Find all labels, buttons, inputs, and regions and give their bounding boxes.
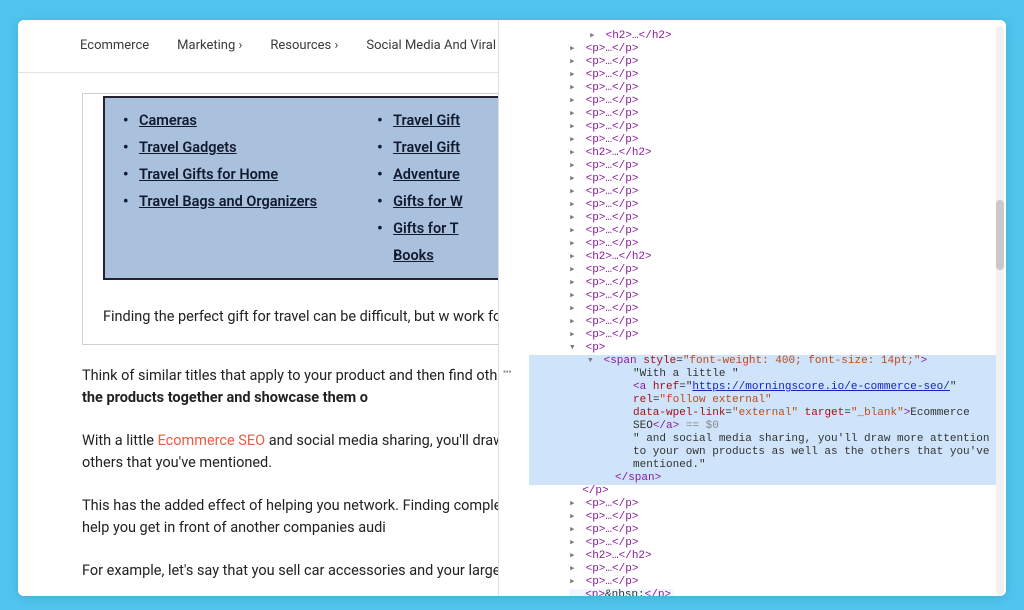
dom-node[interactable]: ▸ <p>…</p> [569, 43, 998, 56]
figure-caption: Finding the perfect gift for travel can … [103, 306, 498, 328]
dom-node[interactable]: ▸ <p>…</p> [569, 186, 998, 199]
list-link[interactable]: Travel Bags and Organizers [123, 193, 317, 210]
nav-ecommerce[interactable]: Ecommerce [80, 38, 149, 53]
list-link[interactable]: Travel Gadgets [123, 139, 317, 156]
nav-marketing[interactable]: Marketing › [177, 38, 242, 53]
nav-social[interactable]: Social Media And Viral B [366, 38, 498, 53]
dom-node[interactable]: <p>&nbsp;</p> [569, 589, 674, 596]
embedded-figure: Cameras Travel Gadgets Travel Gifts for … [82, 93, 498, 345]
list-link[interactable]: Gifts for T [377, 220, 463, 237]
dom-node[interactable]: ▸ <p>…</p> [569, 290, 998, 303]
dom-node[interactable]: ▸ <p>…</p> [569, 69, 998, 82]
dom-node[interactable]: ▸ <p>…</p> [569, 199, 998, 212]
dom-node[interactable]: ▸ <p>…</p> [569, 160, 998, 173]
dom-node[interactable]: ▸ <p>…</p> [569, 238, 998, 251]
article-page: Ecommerce Marketing › Resources › Social… [18, 20, 498, 596]
top-nav: Ecommerce Marketing › Resources › Social… [18, 20, 498, 69]
dom-selected-node[interactable]: ▾ <span style="font-weight: 400; font-si… [529, 355, 998, 485]
dom-node[interactable]: ▸ <p>…</p> [569, 511, 998, 524]
list-link[interactable]: Cameras [123, 112, 317, 129]
nav-divider [18, 72, 498, 73]
dom-node[interactable]: ▸ <p>…</p> [569, 134, 998, 147]
list-link[interactable]: Travel Gift [377, 112, 463, 129]
dom-node[interactable]: ▸ <p>…</p> [569, 264, 998, 277]
dom-node-expanded[interactable]: ▾ <p> [569, 342, 998, 355]
paragraph: This has the added effect of helping you… [82, 495, 498, 540]
dom-node[interactable]: ▸ <p>…</p> [569, 225, 998, 238]
list-link[interactable]: Books [393, 247, 463, 264]
dom-node[interactable]: ▸ <p>…</p> [569, 303, 998, 316]
devtools-elements-panel[interactable]: ⋯ ▸ <h2>…</h2> ▸ <p>…</p> ▸ <p>…</p> ▸ <… [498, 20, 1006, 596]
list-link[interactable]: Travel Gift [377, 139, 463, 156]
dom-node[interactable]: ▸ <p>…</p> [569, 95, 998, 108]
ecommerce-seo-link[interactable]: Ecommerce SEO [158, 432, 266, 449]
dom-node[interactable]: ▸ <p>…</p> [569, 576, 998, 589]
dom-node[interactable]: ▸ <h2>…</h2> [569, 550, 998, 563]
dom-node[interactable]: ▸ <p>…</p> [569, 329, 998, 342]
dom-node[interactable]: ▸ <p>…</p> [569, 498, 998, 511]
dom-node[interactable]: ▸ <p>…</p> [569, 563, 998, 576]
list-link[interactable]: Adventure [377, 166, 463, 183]
dom-node[interactable]: ▸ <p>…</p> [569, 56, 998, 69]
list-link[interactable]: Gifts for W [377, 193, 463, 210]
nav-resources[interactable]: Resources › [270, 38, 338, 53]
dom-node[interactable]: ▸ <h2>…</h2> [569, 251, 998, 264]
scrollbar-thumb[interactable] [996, 200, 1004, 270]
ellipsis-icon[interactable]: ⋯ [503, 364, 511, 381]
dom-node[interactable]: </p> [569, 485, 998, 498]
dom-node[interactable]: ▸ <p>…</p> [569, 316, 998, 329]
paragraph: With a little Ecommerce SEO and social m… [82, 430, 498, 475]
dom-node[interactable]: ▸ <p>…</p> [569, 82, 998, 95]
dom-node[interactable]: ▸ <p>…</p> [569, 277, 998, 290]
dom-node[interactable]: ▸ <h2>…</h2> [569, 147, 998, 160]
dom-node[interactable]: ▸ <p>…</p> [569, 173, 998, 186]
dom-node[interactable]: ▸ <p>…</p> [569, 524, 998, 537]
dom-node[interactable]: ▸ <p>…</p> [569, 108, 998, 121]
paragraph: Think of similar titles that apply to yo… [82, 365, 498, 410]
dom-node[interactable]: ▸ <p>…</p> [569, 212, 998, 225]
dom-node[interactable]: ▸ <p>…</p> [569, 121, 998, 134]
paragraph: For example, let's say that you sell car… [82, 560, 498, 582]
list-link[interactable]: Travel Gifts for Home [123, 166, 317, 183]
dom-node[interactable]: ▸ <p>…</p> [569, 537, 998, 550]
dom-node[interactable]: ▸ <h2>…</h2> [589, 30, 998, 43]
